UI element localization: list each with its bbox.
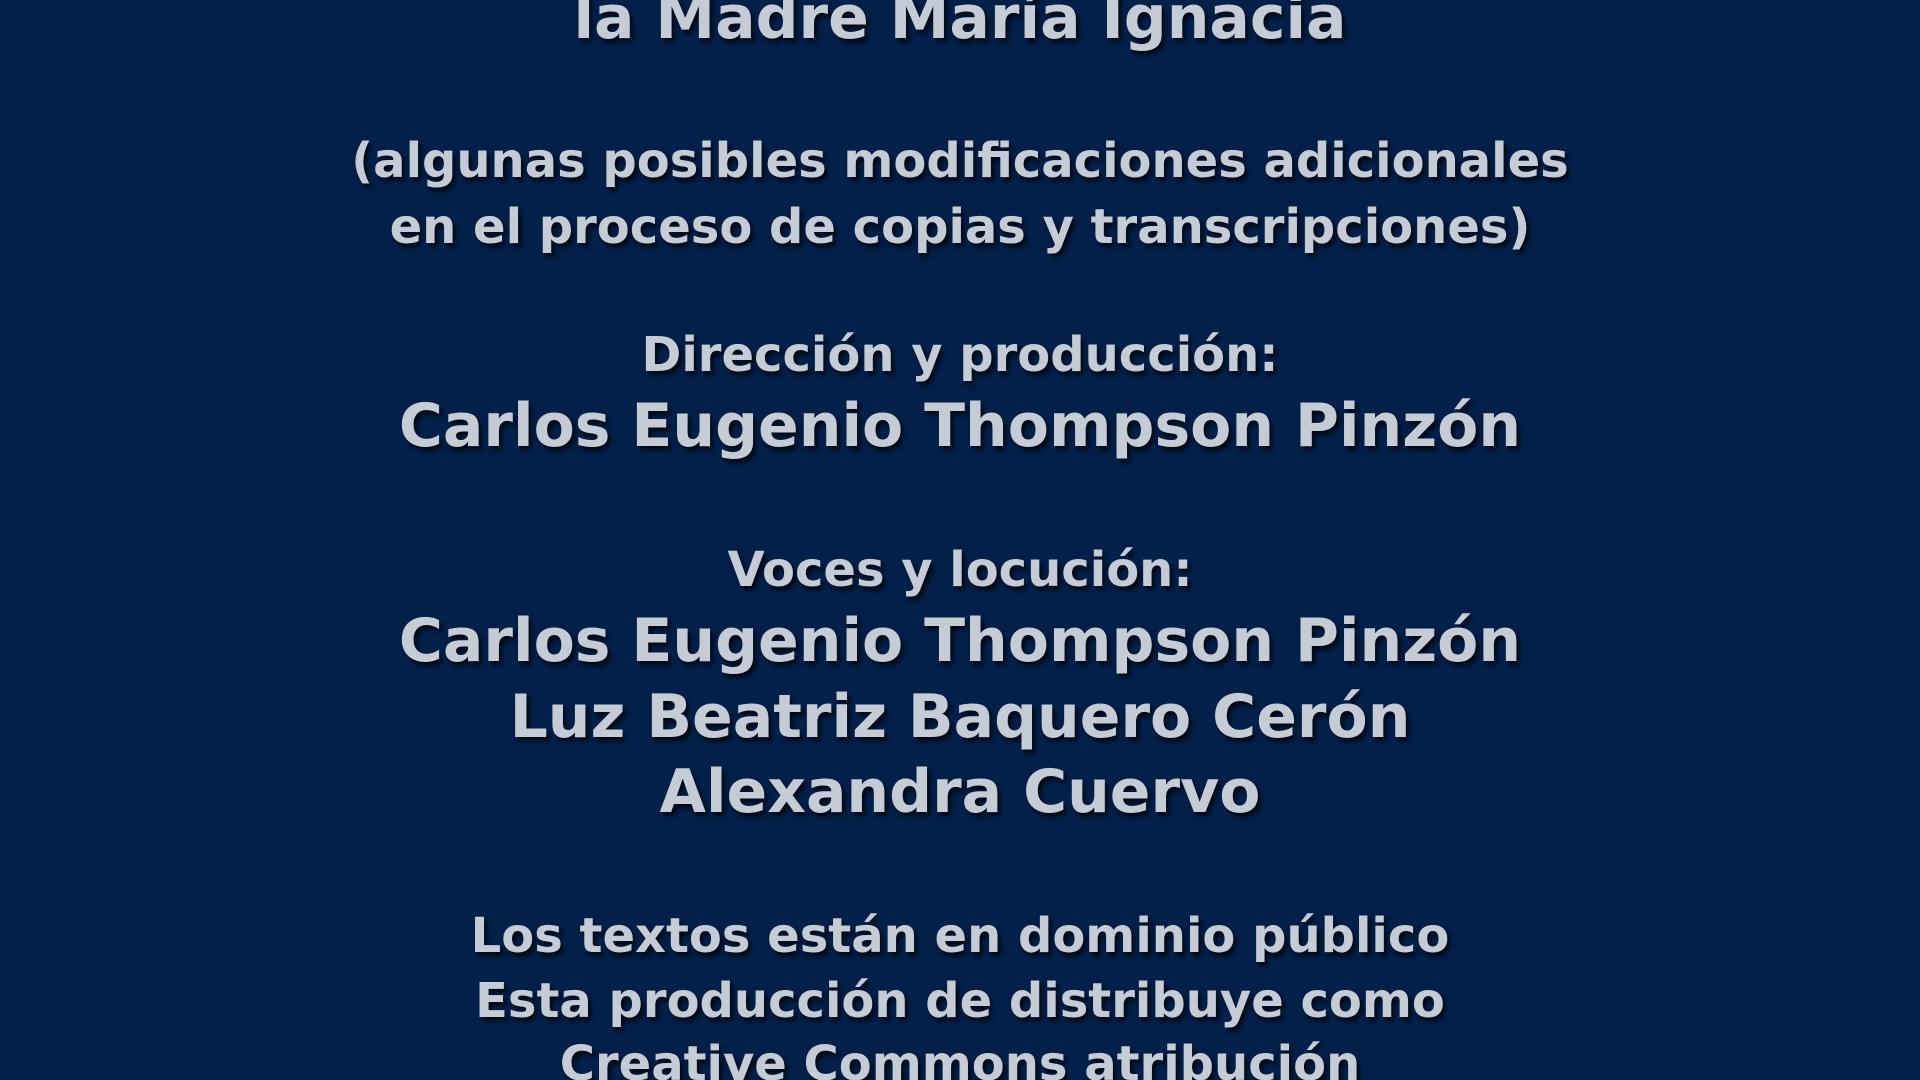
license-line-2: Esta producción de distribuye como bbox=[475, 973, 1445, 1029]
director-name: Carlos Eugenio Thompson Pinzón bbox=[398, 391, 1522, 461]
voice-name-1: Carlos Eugenio Thompson Pinzón bbox=[398, 606, 1522, 676]
voices-heading: Voces y locución: bbox=[727, 542, 1193, 598]
license-line-3: Creative Commons atribución bbox=[559, 1036, 1361, 1080]
voice-name-3: Alexandra Cuervo bbox=[659, 757, 1261, 827]
credits-note-line-2: en el proceso de copias y transcripcione… bbox=[389, 199, 1531, 255]
voice-name-2: Luz Beatriz Baquero Cerón bbox=[509, 682, 1411, 752]
credits-note-line-1: (algunas posibles modificaciones adicion… bbox=[351, 133, 1569, 189]
credits-top-line: la Madre María Ignacia bbox=[573, 0, 1347, 53]
credits-screen: la Madre María Ignacia (algunas posibles… bbox=[0, 0, 1920, 1080]
direction-heading: Dirección y producción: bbox=[641, 327, 1279, 383]
license-line-1: Los textos están en dominio público bbox=[470, 908, 1450, 964]
